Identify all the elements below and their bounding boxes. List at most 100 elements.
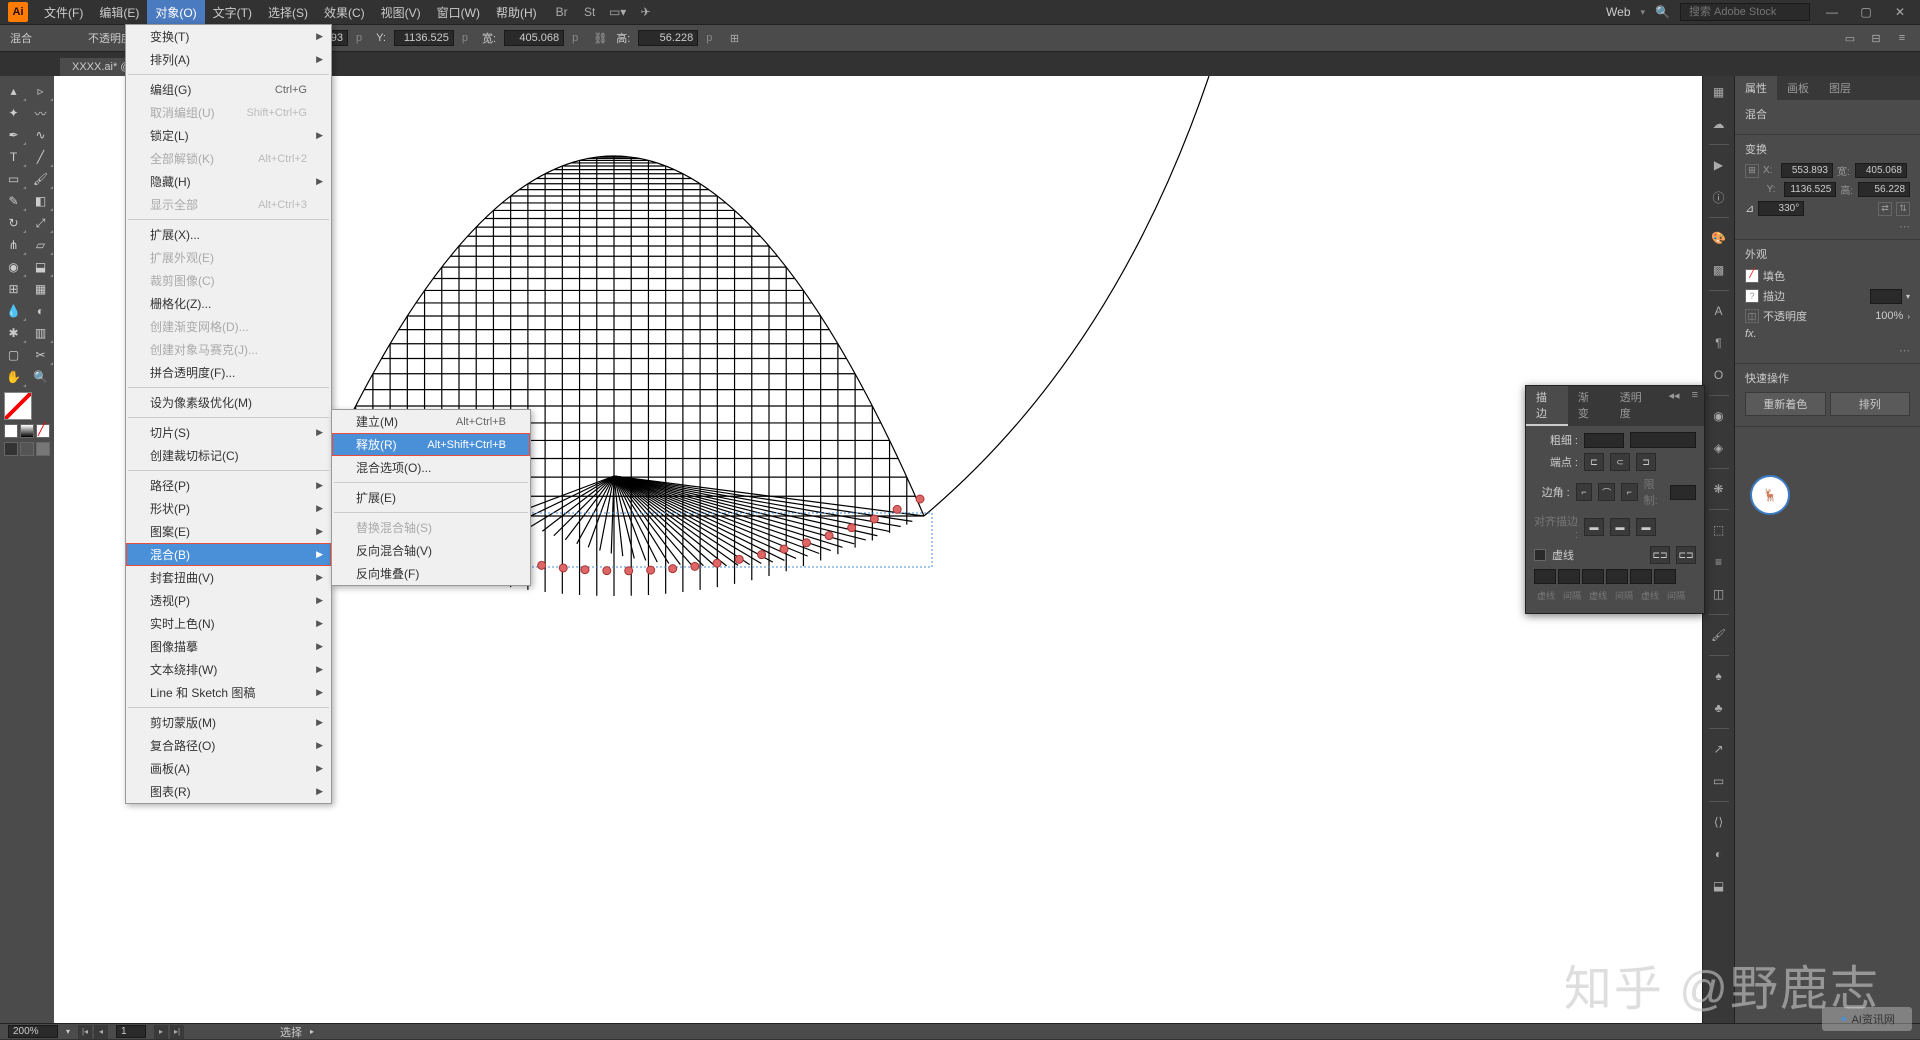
dock-opentype-icon[interactable]: O (1707, 363, 1731, 387)
stock-icon[interactable]: St (581, 3, 599, 21)
shape-mode-icon[interactable]: ⊟ (1868, 30, 1884, 46)
menu-item-V[interactable]: 封套扭曲(V)▶ (126, 566, 331, 589)
menu-item-[interactable]: 图像描摹▶ (126, 635, 331, 658)
window-close[interactable]: ✕ (1888, 3, 1912, 21)
none-mode[interactable]: ╱ (36, 424, 50, 438)
symbol-sprayer-tool[interactable]: ✱ (0, 322, 27, 344)
window-minimize[interactable]: — (1820, 3, 1844, 21)
gap-1[interactable] (1558, 569, 1580, 584)
stroke-weight-select[interactable] (1630, 432, 1696, 448)
dock-suit-icons[interactable]: ♠ (1707, 664, 1731, 688)
menu-item-P[interactable]: 路径(P)▶ (126, 474, 331, 497)
flip-h-icon[interactable]: ⇄ (1878, 202, 1892, 216)
menu-item-T[interactable]: 变换(T)▶ (126, 25, 331, 48)
type-tool[interactable]: T (0, 146, 27, 168)
cap-round-icon[interactable]: ⊂ (1610, 453, 1630, 471)
dock-brushes-icon[interactable]: 🖌 (1707, 623, 1731, 647)
fx-label[interactable]: fx. (1745, 328, 1757, 340)
corner-miter-icon[interactable]: ⌐ (1576, 483, 1593, 501)
dash-1[interactable] (1534, 569, 1556, 584)
dock-properties-icon[interactable]: ▦ (1707, 80, 1731, 104)
corner-round-icon[interactable]: ⌒ (1598, 483, 1615, 501)
menu-select[interactable]: 选择(S) (260, 0, 316, 24)
submenu-item-R[interactable]: 释放(R)Alt+Shift+Ctrl+B (332, 433, 530, 456)
submenu-item-V[interactable]: 反向混合轴(V) (332, 539, 530, 562)
menu-item-C[interactable]: 创建裁切标记(C) (126, 444, 331, 467)
reference-point-icon[interactable]: ⊞ (1745, 164, 1759, 178)
cap-butt-icon[interactable]: ⊏ (1584, 453, 1604, 471)
dock-artboards-icon[interactable]: ▭ (1707, 769, 1731, 793)
angle-input[interactable] (1758, 201, 1804, 216)
stroke-weight-dropdown-icon[interactable]: ▾ (1906, 292, 1910, 301)
hand-tool[interactable]: ✋ (0, 366, 27, 388)
dock-paragraph-icon[interactable]: ¶ (1707, 331, 1731, 355)
dock-appearance-icon[interactable]: ◉ (1707, 404, 1731, 428)
arrange-icon[interactable]: ▭▾ (609, 3, 627, 21)
menu-help[interactable]: 帮助(H) (488, 0, 545, 24)
dock-info-icon[interactable]: ⓘ (1707, 185, 1731, 209)
dock-asset-export-icon[interactable]: ↗ (1707, 737, 1731, 761)
menu-item-P[interactable]: 形状(P)▶ (126, 497, 331, 520)
stroke-swatch-icon[interactable]: ? (1745, 289, 1759, 303)
dock-transform-icon[interactable]: ⬚ (1707, 518, 1731, 542)
menu-effect[interactable]: 效果(C) (316, 0, 373, 24)
menu-item-X[interactable]: 扩展(X)... (126, 223, 331, 246)
screen-full[interactable] (20, 442, 34, 456)
rotate-tool[interactable]: ↻ (0, 212, 27, 234)
zoom-input[interactable] (8, 1025, 58, 1038)
eyedropper-tool[interactable]: 💧 (0, 300, 27, 322)
gpu-icon[interactable]: ✈ (637, 3, 655, 21)
stroke-tab-stroke[interactable]: 描边 (1526, 386, 1568, 426)
menu-item-F[interactable]: 拼合透明度(F)... (126, 361, 331, 384)
screen-normal[interactable] (4, 442, 18, 456)
appearance-more-icon[interactable]: ⋯ (1745, 344, 1910, 357)
menu-item-W[interactable]: 文本绕排(W)▶ (126, 658, 331, 681)
zoom-dropdown-icon[interactable]: ▾ (66, 1027, 70, 1036)
menu-view[interactable]: 视图(V) (373, 0, 429, 24)
x-prop-input[interactable] (1781, 163, 1833, 178)
gradient-mode[interactable] (20, 424, 34, 438)
paintbrush-tool[interactable]: 🖌 (27, 168, 54, 190)
w-input[interactable] (504, 30, 564, 46)
recolor-button[interactable]: 重新着色 (1745, 392, 1826, 416)
dock-color-icon[interactable]: 🎨 (1707, 226, 1731, 250)
arrange-button[interactable]: 排列 (1830, 392, 1911, 416)
submenu-item-F[interactable]: 反向堆叠(F) (332, 562, 530, 585)
perspective-tool[interactable]: ⬓ (27, 256, 54, 278)
fill-swatch[interactable] (4, 392, 32, 420)
tab-properties[interactable]: 属性 (1735, 76, 1777, 100)
zoom-tool[interactable]: 🔍 (27, 366, 54, 388)
selection-tool[interactable]: ▴ (0, 80, 27, 102)
menu-item-A[interactable]: 排列(A)▶ (126, 48, 331, 71)
menu-edit[interactable]: 编辑(E) (91, 0, 147, 24)
h-input[interactable] (638, 30, 698, 46)
stroke-panel-collapse-icon[interactable]: ◂◂ (1663, 386, 1686, 426)
menu-item-G[interactable]: 编组(G)Ctrl+G (126, 78, 331, 101)
menu-object[interactable]: 对象(O) (147, 0, 204, 24)
dash-align-icon[interactable]: ⊏⊐ (1676, 546, 1696, 564)
menu-item-E[interactable]: 图案(E)▶ (126, 520, 331, 543)
dock-symbols-icon[interactable]: ❋ (1707, 477, 1731, 501)
stroke-weight-input[interactable] (1870, 289, 1902, 304)
workspace-label[interactable]: Web (1606, 5, 1630, 19)
menu-item-A[interactable]: 画板(A)▶ (126, 757, 331, 780)
align-icon[interactable]: ▭ (1842, 30, 1858, 46)
dock-align-icon[interactable]: ≡ (1707, 550, 1731, 574)
menu-item-N[interactable]: 实时上色(N)▶ (126, 612, 331, 635)
search-input[interactable] (1680, 3, 1810, 21)
magic-wand-tool[interactable]: ✦ (0, 102, 27, 124)
corner-bevel-icon[interactable]: ⌐ (1621, 483, 1638, 501)
menu-item-M[interactable]: 剪切蒙版(M)▶ (126, 711, 331, 734)
more-options-icon[interactable]: ⋯ (1745, 220, 1910, 233)
dock-character-icon[interactable]: A (1707, 299, 1731, 323)
tool-dropdown-icon[interactable]: ▸ (310, 1027, 314, 1036)
y-input[interactable] (394, 30, 454, 46)
menu-type[interactable]: 文字(T) (205, 0, 260, 24)
bridge-icon[interactable]: Br (553, 3, 571, 21)
menu-item-Z[interactable]: 栅格化(Z)... (126, 292, 331, 315)
menu-item-B[interactable]: 混合(B)▶ (126, 543, 331, 566)
dock-graphic-styles-icon[interactable]: ◈ (1707, 436, 1731, 460)
width-tool[interactable]: ⋔ (0, 234, 27, 256)
cap-projecting-icon[interactable]: ⊐ (1636, 453, 1656, 471)
menu-window[interactable]: 窗口(W) (429, 0, 488, 24)
